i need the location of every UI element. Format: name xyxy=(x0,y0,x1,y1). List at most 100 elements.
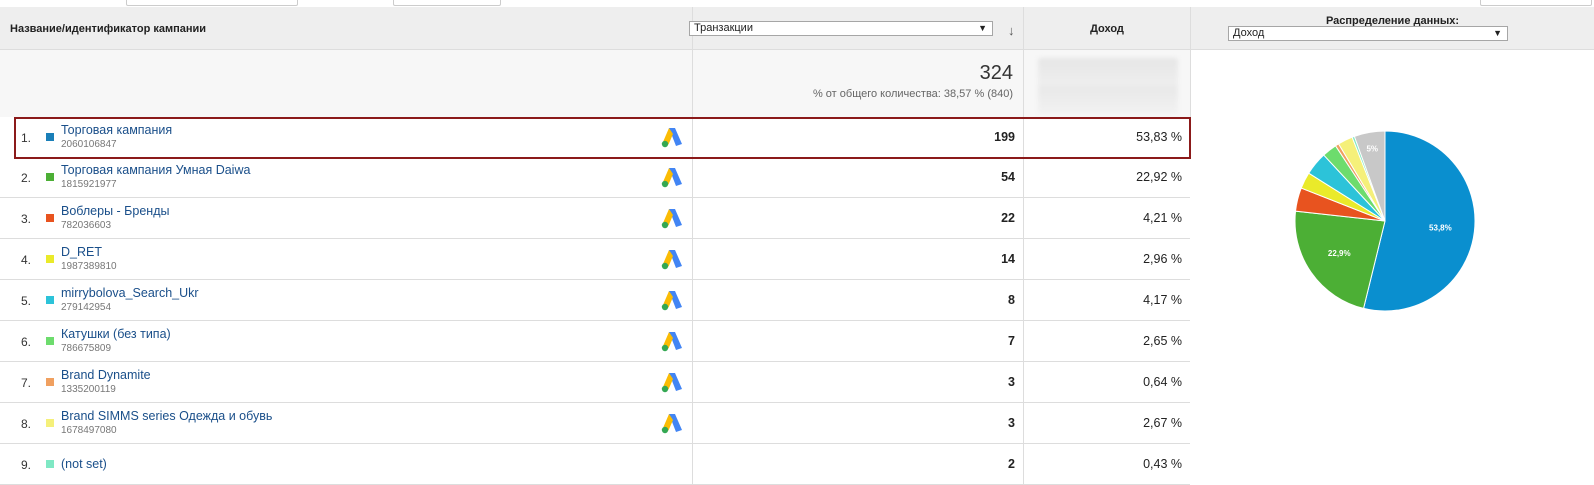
table-row: 5. mirrybolova_Search_Ukr 279142954 8 4,… xyxy=(0,280,1190,321)
campaign-name-link[interactable]: Торговая кампания Умная Daiwa xyxy=(61,163,250,177)
series-color-swatch xyxy=(46,378,54,386)
transactions-value: 14 xyxy=(1001,252,1015,266)
distribution-select-value: Доход xyxy=(1233,27,1265,39)
total-transactions: 324 xyxy=(979,62,1013,84)
revenue-value: 0,43 % xyxy=(1143,457,1182,471)
table-row: 9. (not set) 2 0,43 % xyxy=(0,444,1190,485)
totals-name-cell xyxy=(0,50,692,118)
header-revenue[interactable]: Доход xyxy=(1023,7,1190,50)
revenue-cell: 0,43 % xyxy=(1023,444,1190,484)
table-row: 8. Brand SIMMS series Одежда и обувь 167… xyxy=(0,403,1190,444)
campaign-cell: 3. Воблеры - Бренды 782036603 xyxy=(0,198,692,238)
series-color-swatch xyxy=(46,296,54,304)
campaign-cell: 9. (not set) xyxy=(0,444,692,484)
table-row: 4. D_RET 1987389810 14 2,96 % xyxy=(0,239,1190,280)
transactions-value: 7 xyxy=(1008,334,1015,348)
transactions-cell: 14 xyxy=(692,239,1023,279)
campaign-cell: 2. Торговая кампания Умная Daiwa 1815921… xyxy=(0,157,692,197)
transactions-select-value: Транзакции xyxy=(694,22,753,34)
campaign-name-link[interactable]: (not set) xyxy=(61,457,107,471)
google-ads-icon xyxy=(661,209,682,229)
table-row: 6. Катушки (без типа) 786675809 7 2,65 % xyxy=(0,321,1190,362)
revenue-value: 4,21 % xyxy=(1143,211,1182,225)
campaign-id: 1815921977 xyxy=(61,179,117,190)
top-control-2[interactable] xyxy=(393,0,501,6)
campaign-cell: 8. Brand SIMMS series Одежда и обувь 167… xyxy=(0,403,692,443)
blurred-revenue-total xyxy=(1038,58,1178,114)
transactions-value: 3 xyxy=(1008,375,1015,389)
campaign-cell: 1. Торговая кампания 2060106847 xyxy=(0,117,692,157)
table-row: 7. Brand Dynamite 1335200119 3 0,64 % xyxy=(0,362,1190,403)
revenue-value: 0,64 % xyxy=(1143,375,1182,389)
campaign-name-link[interactable]: Торговая кампания xyxy=(61,123,172,137)
google-ads-icon xyxy=(661,168,682,188)
row-number: 8. xyxy=(21,417,32,431)
pie-slice-label: 5% xyxy=(1366,144,1378,153)
transactions-value: 54 xyxy=(1001,170,1015,184)
row-number: 3. xyxy=(21,212,32,226)
header-campaign-label: Название/идентификатор кампании xyxy=(10,23,207,35)
transactions-cell: 7 xyxy=(692,321,1023,361)
transactions-metric-select[interactable]: Транзакции ▼ xyxy=(689,21,993,36)
series-color-swatch xyxy=(46,255,54,263)
header-transactions: Транзакции ▼ ↓ xyxy=(689,7,1023,50)
google-ads-icon xyxy=(661,128,682,148)
row-number: 9. xyxy=(21,458,32,472)
distribution-select[interactable]: Доход ▼ xyxy=(1228,26,1508,41)
series-color-swatch xyxy=(46,133,54,141)
google-ads-icon xyxy=(661,414,682,434)
transactions-value: 8 xyxy=(1008,293,1015,307)
revenue-cell: 4,17 % xyxy=(1023,280,1190,320)
campaign-cell: 6. Катушки (без типа) 786675809 xyxy=(0,321,692,361)
row-number: 4. xyxy=(21,253,32,267)
top-control-1[interactable] xyxy=(126,0,298,6)
row-number: 6. xyxy=(21,335,32,349)
series-color-swatch xyxy=(46,460,54,468)
revenue-cell: 2,65 % xyxy=(1023,321,1190,361)
campaign-id: 279142954 xyxy=(61,302,112,313)
table-row: 1. Торговая кампания 2060106847 199 53,8… xyxy=(0,117,1190,158)
total-transactions-share: % от общего количества: 38,57 % (840) xyxy=(812,88,1013,100)
top-control-3[interactable] xyxy=(1480,0,1592,6)
campaign-name-link[interactable]: Brand SIMMS series Одежда и обувь xyxy=(61,409,272,423)
campaign-cell: 7. Brand Dynamite 1335200119 xyxy=(0,362,692,402)
revenue-cell: 2,67 % xyxy=(1023,403,1190,443)
transactions-value: 22 xyxy=(1001,211,1015,225)
sort-descending-icon[interactable]: ↓ xyxy=(1008,23,1015,38)
series-color-swatch xyxy=(46,419,54,427)
distribution-pie-chart: 53,8% 22,9% 5% xyxy=(1294,130,1476,312)
revenue-cell: 2,96 % xyxy=(1023,239,1190,279)
series-color-swatch xyxy=(46,173,54,181)
revenue-cell: 22,92 % xyxy=(1023,157,1190,197)
campaign-name-link[interactable]: Brand Dynamite xyxy=(61,368,151,382)
revenue-value: 2,67 % xyxy=(1143,416,1182,430)
totals-distribution-cell xyxy=(1190,50,1594,118)
revenue-cell: 0,64 % xyxy=(1023,362,1190,402)
row-number: 2. xyxy=(21,171,32,185)
table-row: 3. Воблеры - Бренды 782036603 22 4,21 % xyxy=(0,198,1190,239)
series-color-swatch xyxy=(46,337,54,345)
campaign-cell: 5. mirrybolova_Search_Ukr 279142954 xyxy=(0,280,692,320)
row-number: 5. xyxy=(21,294,32,308)
revenue-value: 2,65 % xyxy=(1143,334,1182,348)
revenue-value: 53,83 % xyxy=(1136,130,1182,144)
campaign-id: 1678497080 xyxy=(61,425,117,436)
table-row: 2. Торговая кампания Умная Daiwa 1815921… xyxy=(0,157,1190,198)
campaign-id: 782036603 xyxy=(61,220,112,231)
campaign-cell: 4. D_RET 1987389810 xyxy=(0,239,692,279)
row-number: 7. xyxy=(21,376,32,390)
pie-slice-label: 22,9% xyxy=(1328,249,1351,258)
revenue-value: 22,92 % xyxy=(1136,170,1182,184)
campaign-name-link[interactable]: D_RET xyxy=(61,245,102,259)
campaign-name-link[interactable]: mirrybolova_Search_Ukr xyxy=(61,286,199,300)
transactions-cell: 22 xyxy=(692,198,1023,238)
transactions-cell: 54 xyxy=(692,157,1023,197)
campaign-name-link[interactable]: Катушки (без типа) xyxy=(61,327,171,341)
google-ads-icon xyxy=(661,291,682,311)
chevron-down-icon: ▼ xyxy=(978,23,987,33)
google-ads-icon xyxy=(661,332,682,352)
campaign-id: 1987389810 xyxy=(61,261,117,272)
campaign-name-link[interactable]: Воблеры - Бренды xyxy=(61,204,169,218)
revenue-cell: 4,21 % xyxy=(1023,198,1190,238)
transactions-cell: 199 xyxy=(692,117,1023,157)
